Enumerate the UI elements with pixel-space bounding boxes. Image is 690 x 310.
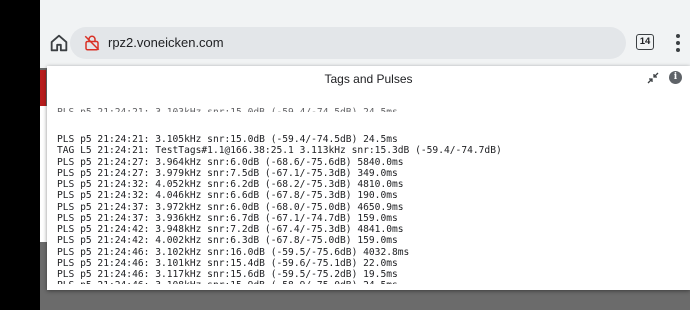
- log-line: PLS p5 21:24:46: 3.102kHz snr:16.0dB (-5…: [57, 246, 410, 258]
- log-line: PLS p5 21:24:37: 3.972kHz snr:6.0dB (-68…: [57, 201, 404, 213]
- log-line: TAG L5 21:24:21: TestTags#1.1@166.38:25.…: [57, 145, 502, 157]
- log-line: PLS p5 21:24:42: 4.002kHz snr:6.3dB (-67…: [57, 235, 398, 247]
- more-vert-icon[interactable]: [672, 32, 684, 54]
- info-icon[interactable]: i: [669, 71, 682, 84]
- tags-pulses-dialog: Tags and Pulses i PLS p5 21:24:21: 3.103…: [47, 66, 690, 290]
- home-icon[interactable]: [48, 32, 70, 54]
- log-line: PLS p5 21:24:46: 3.101kHz snr:15.4dB (-5…: [57, 257, 398, 269]
- log-line: PLS p5 21:24:46: 3.117kHz snr:15.6dB (-5…: [57, 269, 398, 280]
- log-line: PLS p5 21:24:27: 3.964kHz snr:6.0dB (-68…: [57, 156, 404, 168]
- log-line: PLS p5 21:24:32: 4.052kHz snr:6.2dB (-68…: [57, 179, 404, 190]
- log-output: PLS p5 21:24:21: 3.103kHz snr:15.0dB (-5…: [57, 84, 677, 285]
- tabs-icon[interactable]: 14: [636, 34, 654, 50]
- address-bar[interactable]: rpz2.voneicken.com: [70, 27, 626, 59]
- log-line: PLS p5 21:24:46: 3.108kHz snr:15.9dB (-5…: [57, 280, 677, 284]
- log-line-partial: PLS p5 21:24:21: 3.103kHz snr:15.0dB (-5…: [57, 107, 677, 112]
- log-line: PLS p5 21:24:32: 4.046kHz snr:6.6dB (-67…: [57, 190, 398, 202]
- collapse-icon[interactable]: [647, 72, 659, 84]
- browser-toolbar: rpz2.voneicken.com 14: [40, 0, 690, 68]
- page-red-strip: [40, 70, 46, 106]
- log-line: PLS p5 21:24:37: 3.936kHz snr:6.7dB (-67…: [57, 212, 398, 224]
- log-line: PLS p5 21:24:27: 3.979kHz snr:7.5dB (-67…: [57, 167, 398, 179]
- log-lines: PLS p5 21:24:21: 3.105kHz snr:15.0dB (-5…: [57, 134, 677, 284]
- url-text: rpz2.voneicken.com: [108, 35, 224, 50]
- lock-icon[interactable]: [83, 34, 101, 52]
- log-line: PLS p5 21:24:21: 3.105kHz snr:15.0dB (-5…: [57, 134, 398, 145]
- log-line: PLS p5 21:24:42: 3.948kHz snr:7.2dB (-67…: [57, 224, 404, 235]
- browser-window: rpz2.voneicken.com 14 Tags and Pulses i …: [40, 0, 690, 310]
